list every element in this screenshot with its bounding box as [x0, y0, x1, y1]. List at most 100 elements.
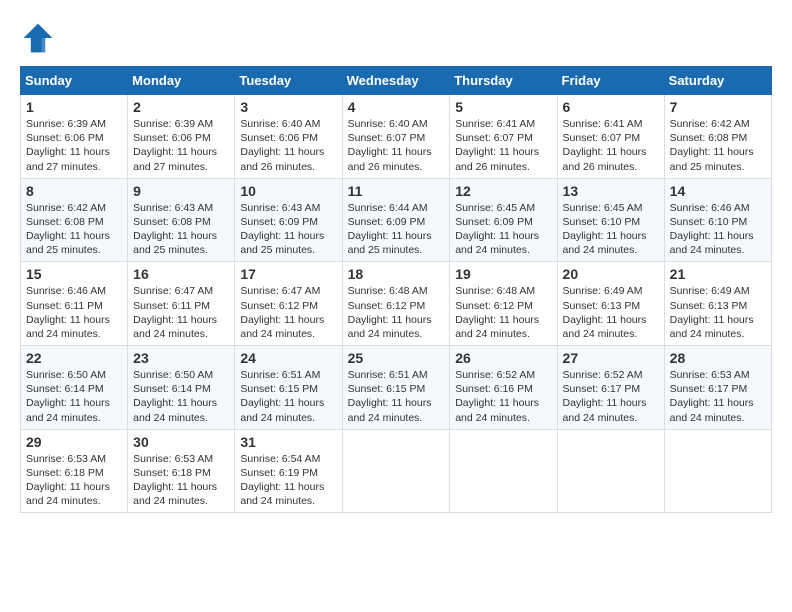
calendar-header-row: SundayMondayTuesdayWednesdayThursdayFrid…: [21, 67, 772, 95]
calendar-cell: 4 Sunrise: 6:40 AM Sunset: 6:07 PM Dayli…: [342, 95, 450, 179]
day-number: 25: [348, 350, 445, 366]
day-number: 21: [670, 266, 766, 282]
day-number: 29: [26, 434, 122, 450]
column-header-wednesday: Wednesday: [342, 67, 450, 95]
calendar-cell: 7 Sunrise: 6:42 AM Sunset: 6:08 PM Dayli…: [664, 95, 771, 179]
day-detail: Sunrise: 6:53 AM Sunset: 6:18 PM Dayligh…: [133, 452, 229, 509]
day-number: 22: [26, 350, 122, 366]
day-number: 24: [240, 350, 336, 366]
calendar-cell: 29 Sunrise: 6:53 AM Sunset: 6:18 PM Dayl…: [21, 429, 128, 513]
day-detail: Sunrise: 6:42 AM Sunset: 6:08 PM Dayligh…: [26, 201, 122, 258]
day-detail: Sunrise: 6:43 AM Sunset: 6:08 PM Dayligh…: [133, 201, 229, 258]
calendar-cell: 9 Sunrise: 6:43 AM Sunset: 6:08 PM Dayli…: [128, 178, 235, 262]
column-header-friday: Friday: [557, 67, 664, 95]
day-detail: Sunrise: 6:41 AM Sunset: 6:07 PM Dayligh…: [563, 117, 659, 174]
calendar-cell: 8 Sunrise: 6:42 AM Sunset: 6:08 PM Dayli…: [21, 178, 128, 262]
calendar-cell: 5 Sunrise: 6:41 AM Sunset: 6:07 PM Dayli…: [450, 95, 557, 179]
day-number: 16: [133, 266, 229, 282]
calendar-table: SundayMondayTuesdayWednesdayThursdayFrid…: [20, 66, 772, 513]
day-detail: Sunrise: 6:45 AM Sunset: 6:10 PM Dayligh…: [563, 201, 659, 258]
day-detail: Sunrise: 6:45 AM Sunset: 6:09 PM Dayligh…: [455, 201, 551, 258]
calendar-cell: 2 Sunrise: 6:39 AM Sunset: 6:06 PM Dayli…: [128, 95, 235, 179]
calendar-cell: 10 Sunrise: 6:43 AM Sunset: 6:09 PM Dayl…: [235, 178, 342, 262]
day-detail: Sunrise: 6:46 AM Sunset: 6:10 PM Dayligh…: [670, 201, 766, 258]
calendar-cell: 19 Sunrise: 6:48 AM Sunset: 6:12 PM Dayl…: [450, 262, 557, 346]
calendar-cell: 25 Sunrise: 6:51 AM Sunset: 6:15 PM Dayl…: [342, 346, 450, 430]
day-detail: Sunrise: 6:50 AM Sunset: 6:14 PM Dayligh…: [133, 368, 229, 425]
day-number: 18: [348, 266, 445, 282]
day-number: 30: [133, 434, 229, 450]
day-detail: Sunrise: 6:46 AM Sunset: 6:11 PM Dayligh…: [26, 284, 122, 341]
day-number: 11: [348, 183, 445, 199]
calendar-cell: [664, 429, 771, 513]
day-detail: Sunrise: 6:48 AM Sunset: 6:12 PM Dayligh…: [348, 284, 445, 341]
day-detail: Sunrise: 6:39 AM Sunset: 6:06 PM Dayligh…: [26, 117, 122, 174]
calendar-cell: 28 Sunrise: 6:53 AM Sunset: 6:17 PM Dayl…: [664, 346, 771, 430]
day-number: 26: [455, 350, 551, 366]
calendar-cell: 17 Sunrise: 6:47 AM Sunset: 6:12 PM Dayl…: [235, 262, 342, 346]
day-number: 12: [455, 183, 551, 199]
day-detail: Sunrise: 6:43 AM Sunset: 6:09 PM Dayligh…: [240, 201, 336, 258]
calendar-cell: 12 Sunrise: 6:45 AM Sunset: 6:09 PM Dayl…: [450, 178, 557, 262]
day-number: 2: [133, 99, 229, 115]
calendar-cell: 31 Sunrise: 6:54 AM Sunset: 6:19 PM Dayl…: [235, 429, 342, 513]
calendar-cell: 15 Sunrise: 6:46 AM Sunset: 6:11 PM Dayl…: [21, 262, 128, 346]
day-number: 31: [240, 434, 336, 450]
calendar-cell: 11 Sunrise: 6:44 AM Sunset: 6:09 PM Dayl…: [342, 178, 450, 262]
week-row-5: 29 Sunrise: 6:53 AM Sunset: 6:18 PM Dayl…: [21, 429, 772, 513]
calendar-cell: 21 Sunrise: 6:49 AM Sunset: 6:13 PM Dayl…: [664, 262, 771, 346]
calendar-cell: 13 Sunrise: 6:45 AM Sunset: 6:10 PM Dayl…: [557, 178, 664, 262]
calendar-cell: 14 Sunrise: 6:46 AM Sunset: 6:10 PM Dayl…: [664, 178, 771, 262]
column-header-saturday: Saturday: [664, 67, 771, 95]
day-number: 20: [563, 266, 659, 282]
day-number: 15: [26, 266, 122, 282]
day-detail: Sunrise: 6:42 AM Sunset: 6:08 PM Dayligh…: [670, 117, 766, 174]
calendar-cell: 27 Sunrise: 6:52 AM Sunset: 6:17 PM Dayl…: [557, 346, 664, 430]
day-number: 28: [670, 350, 766, 366]
calendar-cell: 6 Sunrise: 6:41 AM Sunset: 6:07 PM Dayli…: [557, 95, 664, 179]
page-header: [20, 20, 772, 56]
day-number: 13: [563, 183, 659, 199]
day-detail: Sunrise: 6:40 AM Sunset: 6:06 PM Dayligh…: [240, 117, 336, 174]
calendar-cell: 1 Sunrise: 6:39 AM Sunset: 6:06 PM Dayli…: [21, 95, 128, 179]
calendar-cell: 16 Sunrise: 6:47 AM Sunset: 6:11 PM Dayl…: [128, 262, 235, 346]
day-detail: Sunrise: 6:48 AM Sunset: 6:12 PM Dayligh…: [455, 284, 551, 341]
day-number: 14: [670, 183, 766, 199]
day-number: 7: [670, 99, 766, 115]
week-row-3: 15 Sunrise: 6:46 AM Sunset: 6:11 PM Dayl…: [21, 262, 772, 346]
day-number: 19: [455, 266, 551, 282]
week-row-1: 1 Sunrise: 6:39 AM Sunset: 6:06 PM Dayli…: [21, 95, 772, 179]
calendar-cell: 22 Sunrise: 6:50 AM Sunset: 6:14 PM Dayl…: [21, 346, 128, 430]
day-detail: Sunrise: 6:41 AM Sunset: 6:07 PM Dayligh…: [455, 117, 551, 174]
day-number: 27: [563, 350, 659, 366]
day-detail: Sunrise: 6:50 AM Sunset: 6:14 PM Dayligh…: [26, 368, 122, 425]
logo-icon: [20, 20, 56, 56]
day-number: 4: [348, 99, 445, 115]
calendar-body: 1 Sunrise: 6:39 AM Sunset: 6:06 PM Dayli…: [21, 95, 772, 513]
logo: [20, 20, 60, 56]
week-row-2: 8 Sunrise: 6:42 AM Sunset: 6:08 PM Dayli…: [21, 178, 772, 262]
day-detail: Sunrise: 6:49 AM Sunset: 6:13 PM Dayligh…: [563, 284, 659, 341]
calendar-cell: 26 Sunrise: 6:52 AM Sunset: 6:16 PM Dayl…: [450, 346, 557, 430]
calendar-cell: [450, 429, 557, 513]
day-number: 5: [455, 99, 551, 115]
day-detail: Sunrise: 6:52 AM Sunset: 6:16 PM Dayligh…: [455, 368, 551, 425]
calendar-cell: [557, 429, 664, 513]
day-detail: Sunrise: 6:39 AM Sunset: 6:06 PM Dayligh…: [133, 117, 229, 174]
day-number: 8: [26, 183, 122, 199]
day-detail: Sunrise: 6:53 AM Sunset: 6:17 PM Dayligh…: [670, 368, 766, 425]
day-detail: Sunrise: 6:54 AM Sunset: 6:19 PM Dayligh…: [240, 452, 336, 509]
column-header-sunday: Sunday: [21, 67, 128, 95]
calendar-cell: 3 Sunrise: 6:40 AM Sunset: 6:06 PM Dayli…: [235, 95, 342, 179]
day-number: 3: [240, 99, 336, 115]
day-detail: Sunrise: 6:53 AM Sunset: 6:18 PM Dayligh…: [26, 452, 122, 509]
day-number: 9: [133, 183, 229, 199]
calendar-cell: 30 Sunrise: 6:53 AM Sunset: 6:18 PM Dayl…: [128, 429, 235, 513]
column-header-thursday: Thursday: [450, 67, 557, 95]
column-header-tuesday: Tuesday: [235, 67, 342, 95]
day-detail: Sunrise: 6:47 AM Sunset: 6:11 PM Dayligh…: [133, 284, 229, 341]
day-number: 23: [133, 350, 229, 366]
calendar-cell: 23 Sunrise: 6:50 AM Sunset: 6:14 PM Dayl…: [128, 346, 235, 430]
day-detail: Sunrise: 6:51 AM Sunset: 6:15 PM Dayligh…: [348, 368, 445, 425]
day-number: 10: [240, 183, 336, 199]
